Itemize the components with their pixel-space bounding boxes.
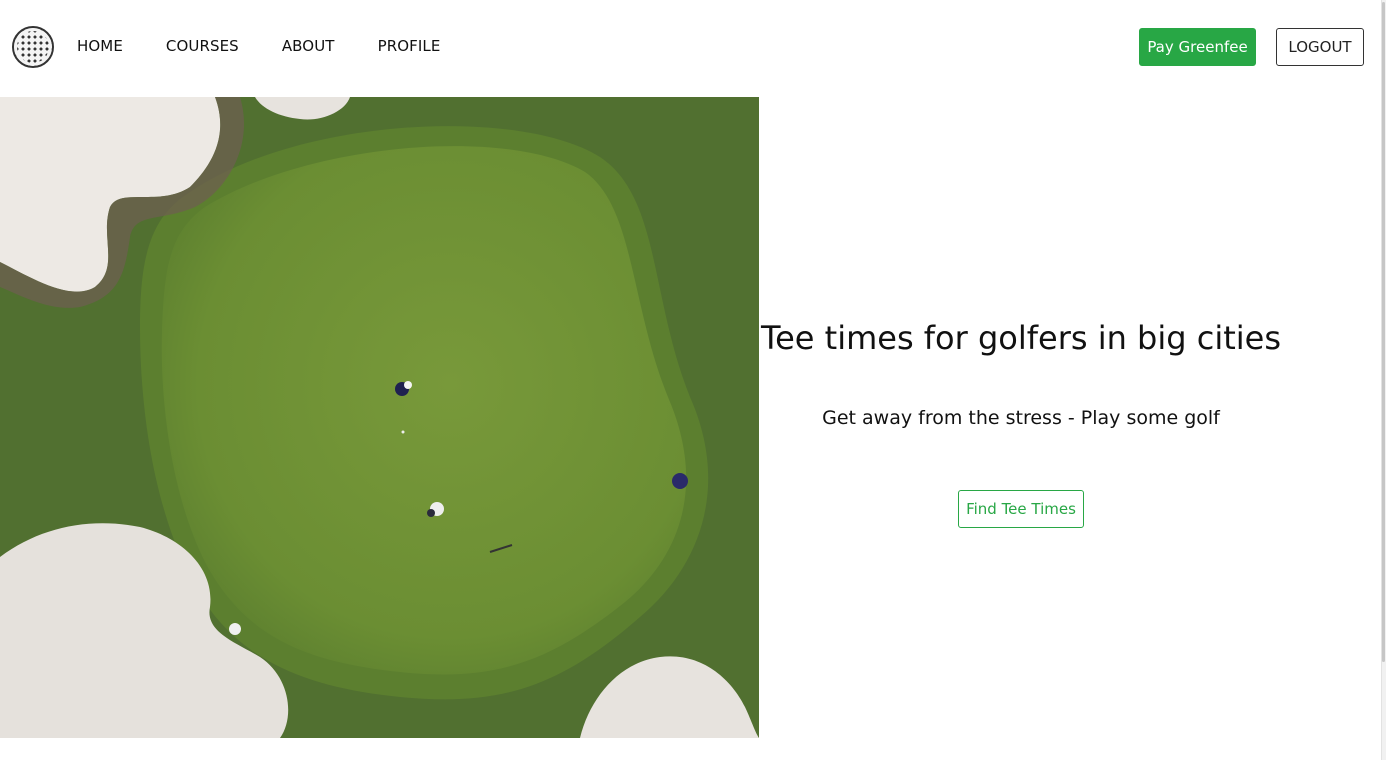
nav-link-profile[interactable]: PROFILE [378, 36, 441, 56]
golf-ball-icon[interactable] [12, 26, 54, 68]
hero-subline: Get away from the stress - Play some gol… [822, 407, 1220, 429]
nav-links: HOME COURSES ABOUT PROFILE [77, 36, 483, 56]
logout-button[interactable]: LOGOUT [1276, 28, 1364, 66]
hero-image-golf-green [0, 97, 759, 738]
hero-headline: Tee times for golfers in big cities [760, 319, 1281, 357]
hero-text-panel: Tee times for golfers in big cities Get … [759, 97, 1381, 738]
nav-link-courses[interactable]: COURSES [166, 36, 239, 56]
pay-greenfee-button[interactable]: Pay Greenfee [1139, 28, 1256, 66]
scrollbar-thumb[interactable] [1382, 2, 1385, 662]
find-tee-times-button[interactable]: Find Tee Times [958, 490, 1084, 528]
navbar: HOME COURSES ABOUT PROFILE Pay Greenfee … [0, 0, 1386, 97]
nav-link-home[interactable]: HOME [77, 36, 123, 56]
nav-link-about[interactable]: ABOUT [282, 36, 335, 56]
